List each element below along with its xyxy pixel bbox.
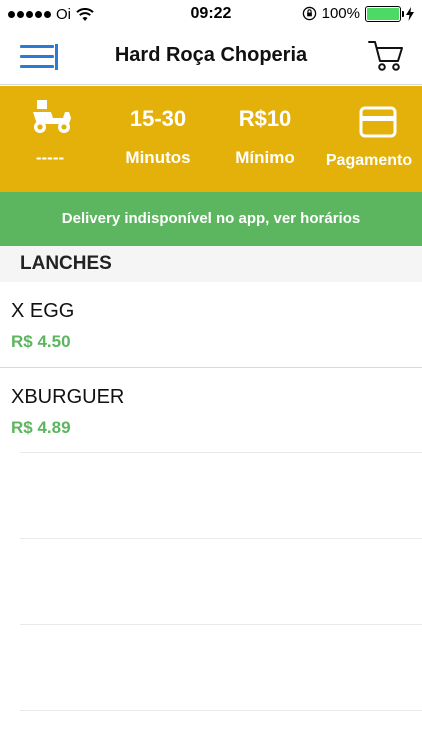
delivery-time-label: Minutos [125, 148, 191, 167]
restaurant-info-bar: ----- 15-30 Minutos R$10 Mínimo Pagament… [0, 86, 422, 192]
delivery-time-value: 15-30 [129, 106, 187, 131]
battery-icon [365, 5, 404, 22]
status-bar: Oi 09:22 100% [0, 0, 422, 30]
battery-percentage: 100% [321, 5, 360, 22]
status-bar-right: 100% [302, 5, 414, 22]
payment-label: Pagamento [325, 152, 413, 169]
delivery-unavailable-banner[interactable]: Delivery indisponível no app, ver horári… [0, 192, 422, 246]
product-price: R$ 4.50 [11, 332, 71, 351]
empty-row-separator [20, 452, 422, 453]
product-name: X EGG [11, 300, 75, 322]
section-header: LANCHES [0, 246, 422, 282]
credit-card-icon [359, 106, 397, 138]
product-item[interactable]: X EGG R$ 4.50 [0, 282, 422, 368]
scooter-icon [33, 100, 71, 133]
minimum-order-info: R$10 Mínimo [220, 86, 310, 192]
empty-row-separator [20, 624, 422, 625]
product-name: XBURGUER [11, 386, 125, 408]
product-item[interactable]: XBURGUER R$ 4.89 [0, 368, 422, 454]
page-title: Hard Roça Choperia [114, 44, 308, 66]
section-title: LANCHES [20, 253, 112, 274]
delivery-fee-info: ----- [10, 86, 90, 192]
delivery-fee-value: ----- [35, 148, 65, 167]
charging-bolt-icon [406, 6, 414, 21]
navigation-bar: Hard Roça Choperia [0, 30, 422, 85]
product-price: R$ 4.89 [11, 418, 71, 437]
rotation-lock-icon [302, 6, 316, 21]
delivery-time-info: 15-30 Minutos [108, 86, 208, 192]
cart-icon[interactable] [368, 39, 404, 73]
minimum-order-value: R$10 [238, 106, 292, 131]
minimum-order-label: Mínimo [235, 148, 295, 167]
payment-info[interactable]: Pagamento [316, 86, 422, 192]
empty-row-separator [20, 538, 422, 539]
empty-row-separator [20, 710, 422, 711]
